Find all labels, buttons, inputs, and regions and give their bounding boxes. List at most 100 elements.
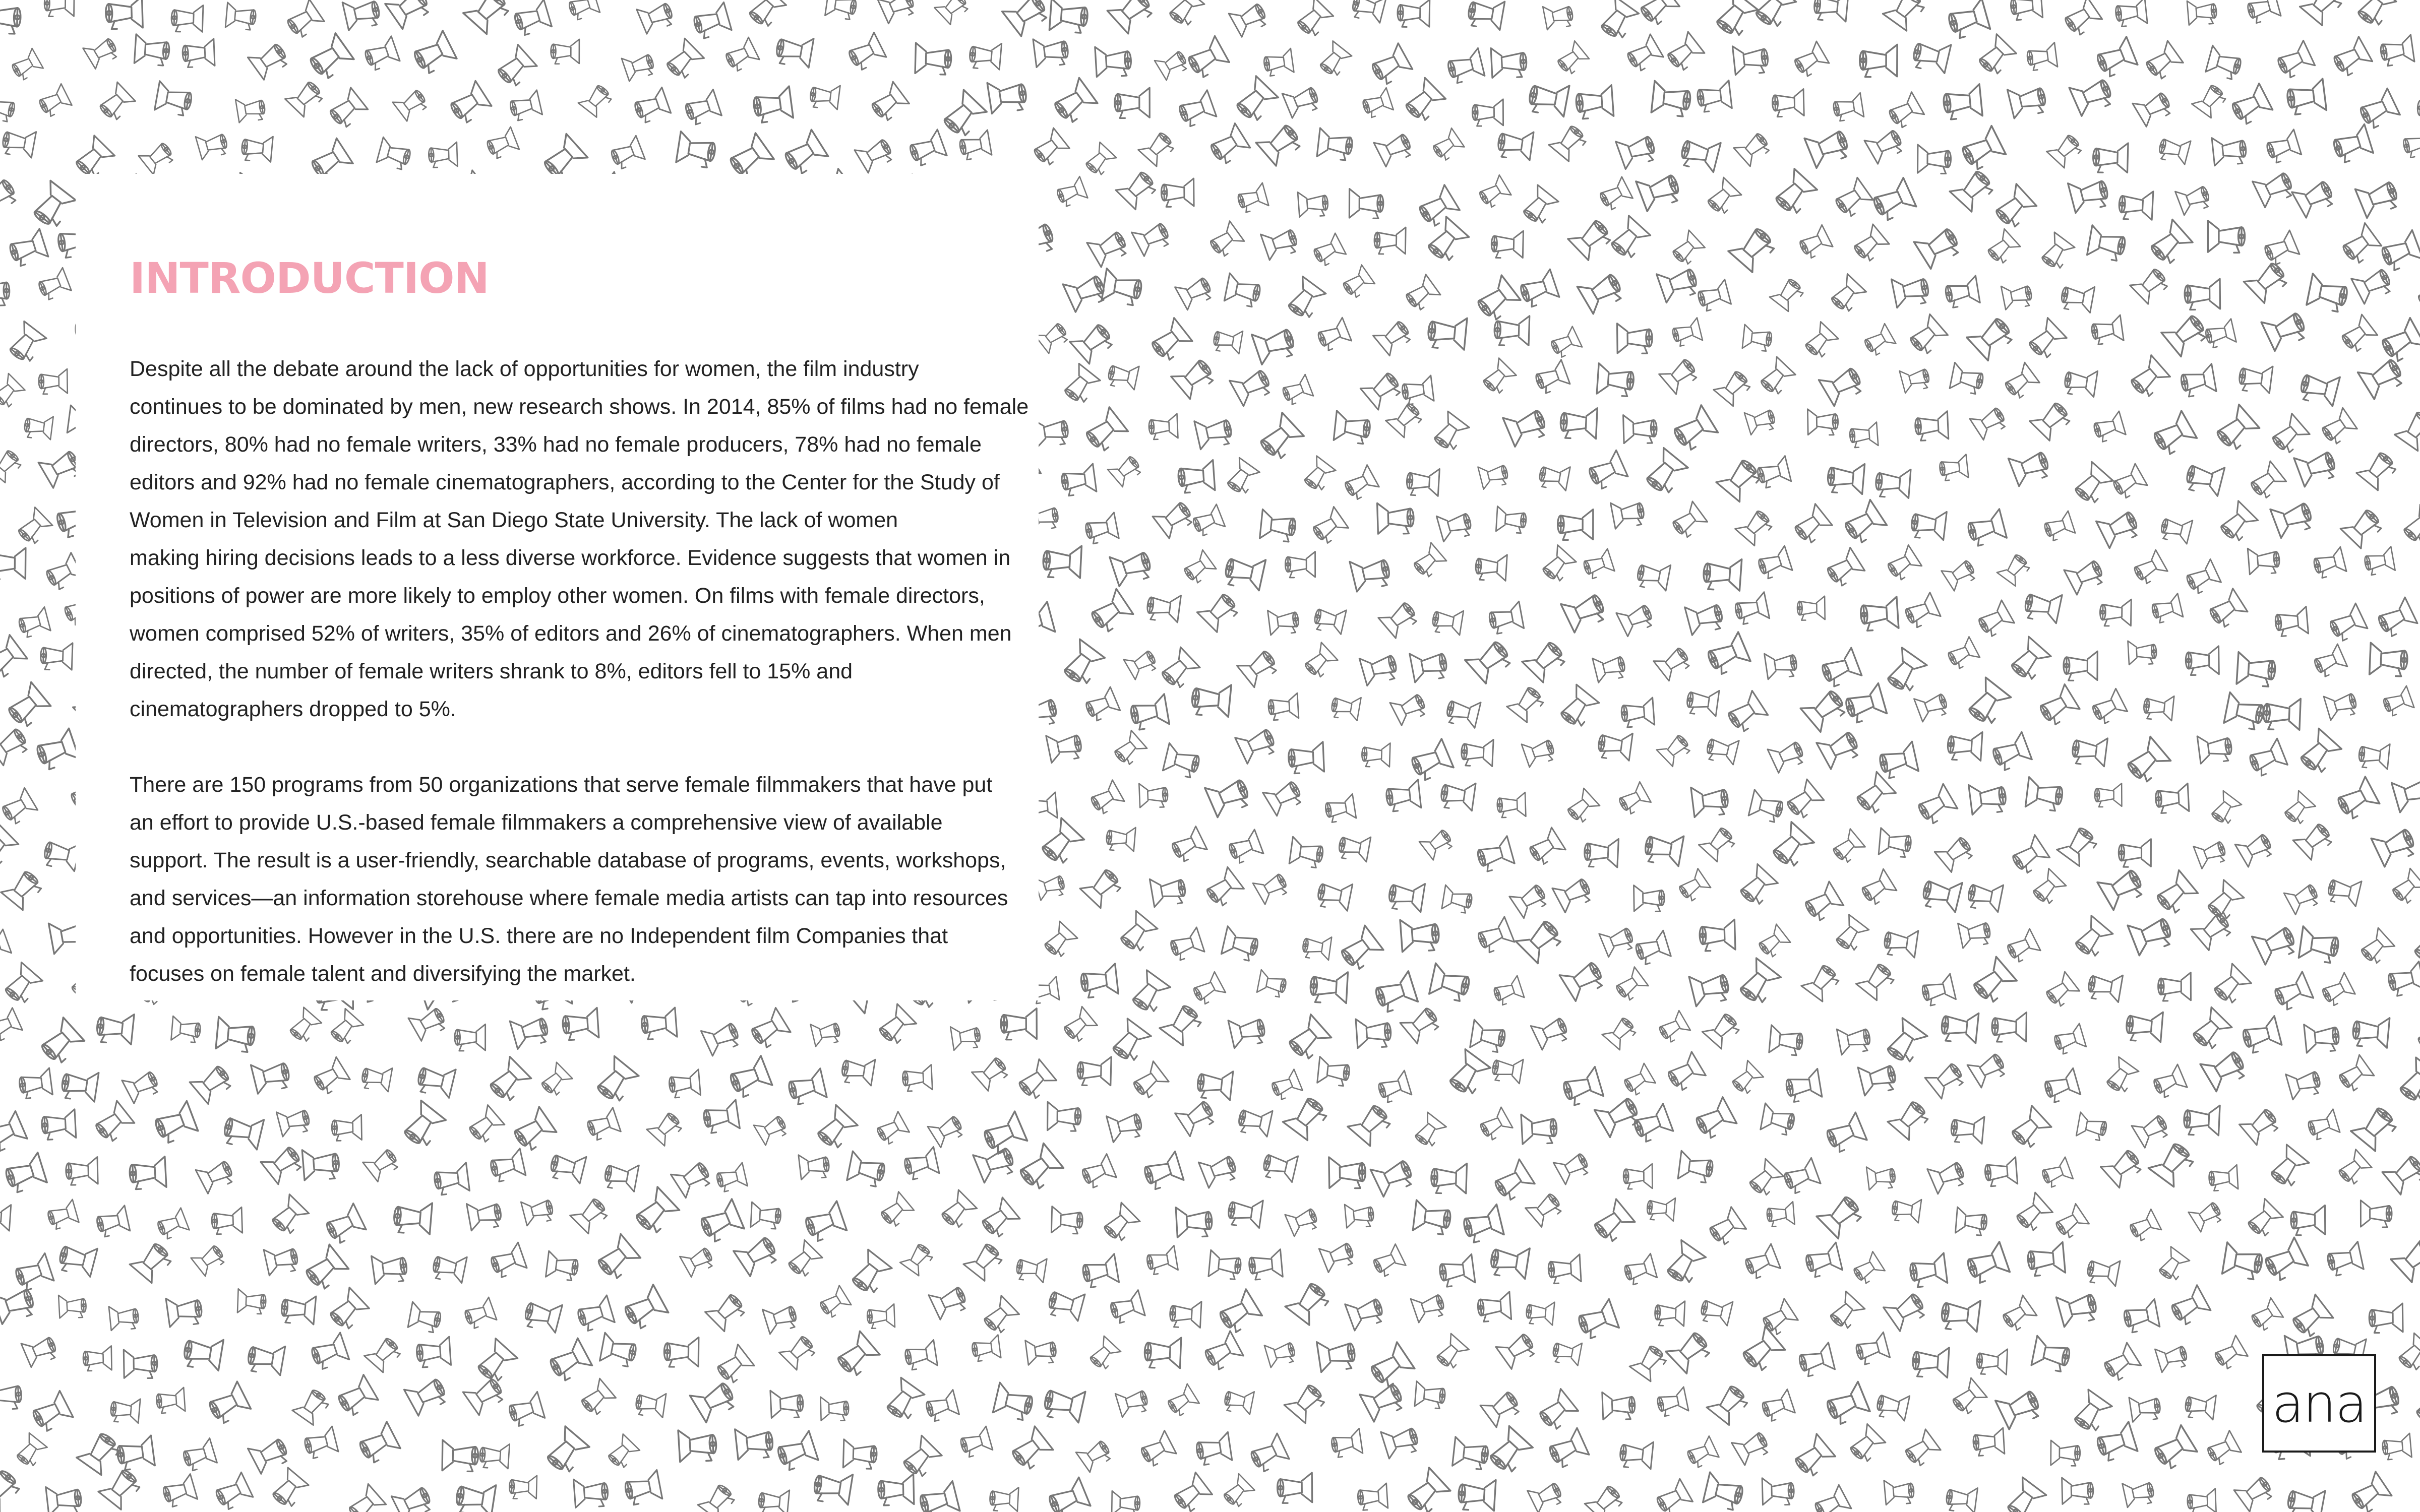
megaphone-icon (0, 446, 24, 484)
megaphone-icon (1341, 464, 1380, 502)
megaphone-icon (2113, 0, 2148, 28)
megaphone-icon (2297, 367, 2341, 408)
megaphone-icon (1609, 496, 1647, 530)
megaphone-icon (2025, 41, 2059, 72)
megaphone-icon (1128, 693, 1171, 732)
megaphone-icon (928, 1281, 971, 1321)
megaphone-icon (1748, 0, 1798, 31)
megaphone-icon (2210, 1335, 2249, 1372)
megaphone-icon (1968, 779, 2009, 816)
megaphone-icon (1156, 646, 1201, 691)
megaphone-icon (1818, 361, 1866, 408)
megaphone-icon (2242, 1198, 2284, 1240)
megaphone-icon (1965, 877, 2005, 914)
megaphone-icon (1431, 1333, 1470, 1372)
megaphone-icon (2305, 273, 2351, 314)
megaphone-icon (1162, 742, 1202, 780)
megaphone-icon (1957, 124, 2007, 173)
megaphone-icon (461, 1296, 498, 1331)
megaphone-icon (1247, 1248, 1284, 1281)
megaphone-icon (407, 1301, 444, 1334)
megaphone-icon (76, 1427, 124, 1476)
megaphone-icon (1780, 1157, 1822, 1196)
megaphone-icon (57, 1293, 88, 1319)
megaphone-icon (1754, 923, 1792, 960)
megaphone-icon (2118, 838, 2152, 868)
megaphone-icon (1252, 868, 1291, 906)
megaphone-icon (1167, 926, 1205, 963)
megaphone-icon (712, 1343, 756, 1387)
megaphone-icon (2210, 403, 2261, 454)
megaphone-icon (195, 1155, 237, 1195)
megaphone-icon (811, 1104, 859, 1152)
text-line: directed, the number of female writers s… (130, 659, 853, 683)
megaphone-icon (2099, 598, 2132, 627)
megaphone-icon (195, 128, 230, 161)
megaphone-icon (1715, 454, 1764, 503)
megaphone-icon (608, 135, 646, 171)
megaphone-icon (104, 0, 144, 30)
megaphone-icon (1944, 636, 1981, 671)
megaphone-icon (488, 1148, 527, 1183)
megaphone-icon (1695, 279, 1732, 313)
megaphone-icon (415, 1336, 452, 1369)
megaphone-icon (1781, 778, 1825, 822)
megaphone-icon (299, 1243, 350, 1293)
megaphone-icon (2390, 1233, 2420, 1284)
megaphone-icon (2030, 1335, 2073, 1374)
megaphone-icon (783, 1239, 824, 1280)
megaphone-icon (2059, 280, 2096, 314)
megaphone-icon (1732, 591, 1771, 626)
megaphone-icon (1703, 631, 1752, 677)
megaphone-icon (432, 1162, 471, 1196)
megaphone-icon (1189, 680, 1232, 719)
megaphone-icon (153, 80, 195, 117)
megaphone-icon (1622, 413, 1658, 445)
megaphone-icon (371, 1250, 409, 1286)
megaphone-icon (1611, 966, 1650, 1003)
megaphone-icon (1373, 226, 1407, 256)
megaphone-icon (2332, 776, 2381, 822)
megaphone-icon (1547, 1253, 1582, 1285)
megaphone-icon (16, 606, 51, 639)
megaphone-icon (1228, 0, 1270, 38)
megaphone-icon (1013, 1142, 1065, 1193)
megaphone-icon (359, 1062, 393, 1093)
megaphone-icon (1691, 1096, 1738, 1142)
megaphone-icon (301, 1146, 341, 1182)
megaphone-icon (1525, 1299, 1555, 1327)
megaphone-icon (1542, 1, 1576, 31)
megaphone-icon (1677, 1150, 1715, 1184)
megaphone-icon (690, 1, 733, 41)
megaphone-icon (629, 1186, 681, 1237)
megaphone-icon (114, 1434, 156, 1472)
text-line: editors and 92% had no female cinematogr… (130, 470, 1000, 494)
megaphone-icon (1593, 1091, 1644, 1139)
megaphone-icon (2362, 546, 2396, 577)
megaphone-icon (2085, 1254, 2121, 1288)
megaphone-icon (1790, 40, 1830, 79)
megaphone-icon (1183, 35, 1231, 81)
megaphone-icon (2128, 1392, 2163, 1423)
megaphone-icon (1085, 588, 1135, 636)
megaphone-icon (1114, 910, 1159, 956)
megaphone-icon (2247, 1297, 2284, 1333)
megaphone-icon (1226, 1195, 1264, 1230)
megaphone-icon (1849, 1250, 1886, 1286)
megaphone-icon (0, 823, 20, 869)
megaphone-icon (2221, 1241, 2265, 1281)
megaphone-icon (1144, 1245, 1179, 1276)
megaphone-icon (897, 1434, 943, 1481)
megaphone-icon (1389, 688, 1429, 727)
megaphone-icon (138, 137, 177, 176)
megaphone-icon (1771, 88, 1805, 118)
megaphone-icon (2051, 1023, 2087, 1056)
megaphone-icon (1806, 408, 1839, 436)
megaphone-icon (2368, 642, 2409, 678)
megaphone-icon (1339, 264, 1376, 300)
megaphone-icon (17, 1067, 53, 1100)
megaphone-icon (2244, 0, 2282, 25)
megaphone-icon (2290, 1204, 2326, 1236)
megaphone-icon (1548, 120, 1590, 163)
megaphone-icon (1949, 164, 1997, 213)
